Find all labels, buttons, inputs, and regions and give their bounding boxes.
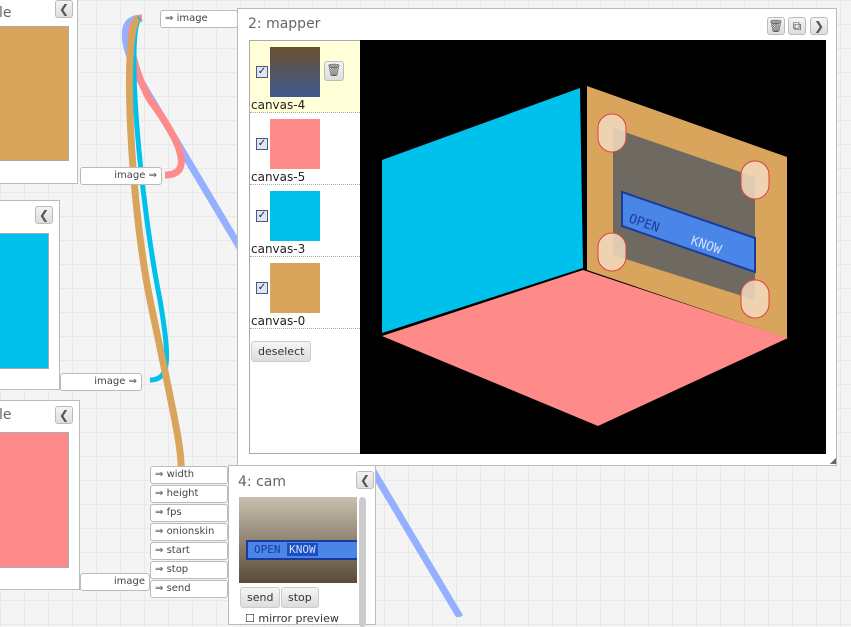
input-port-height[interactable]: ⇒ height — [150, 485, 228, 503]
corner-handle[interactable] — [740, 160, 770, 200]
input-port-start[interactable]: ⇒ start — [150, 542, 228, 560]
corner-handle[interactable] — [740, 279, 770, 319]
input-port-onionskin[interactable]: ⇒ onionskin — [150, 523, 228, 541]
stop-button[interactable]: stop — [281, 587, 319, 608]
cam-inputs: ⇒ width ⇒ height ⇒ fps ⇒ onionskin ⇒ sta… — [150, 466, 228, 598]
send-button[interactable]: send — [240, 587, 281, 608]
corner-handle[interactable] — [597, 113, 627, 153]
input-port-send[interactable]: ⇒ send — [150, 580, 228, 598]
input-port-stop[interactable]: ⇒ stop — [150, 561, 228, 579]
banner: OPEN KNOW — [246, 540, 357, 560]
input-port-width[interactable]: ⇒ width — [150, 466, 228, 484]
cam-panel: 4: cam ❮ OPEN KNOW send stop ☐ mirror pr… — [228, 465, 376, 627]
camera-preview: OPEN KNOW — [239, 497, 357, 583]
mirror-preview-checkbox[interactable]: ☐ mirror preview — [245, 612, 339, 625]
scrollbar[interactable] — [359, 497, 366, 627]
input-port-fps[interactable]: ⇒ fps — [150, 504, 228, 522]
corner-handle[interactable] — [597, 232, 627, 272]
collapse-button[interactable]: ❮ — [356, 471, 374, 489]
mapping-shapes: OPEN KNOW — [382, 86, 788, 426]
